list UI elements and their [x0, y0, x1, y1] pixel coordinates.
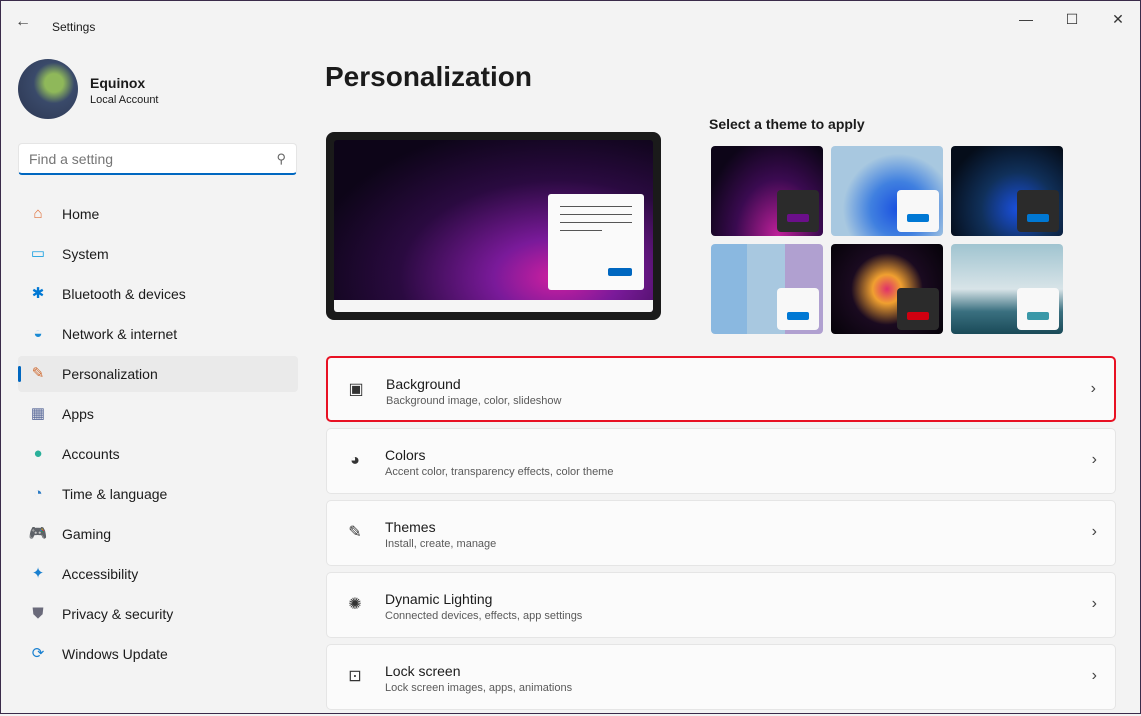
- sidebar-item-label: Home: [62, 206, 100, 222]
- theme-window-swatch: [777, 190, 819, 232]
- minimize-button[interactable]: —: [1003, 7, 1049, 31]
- chevron-right-icon: ›: [1091, 667, 1097, 684]
- theme-accent-swatch: [907, 214, 929, 222]
- shield-icon: ⛊: [32, 605, 44, 622]
- image-icon: ▣: [348, 381, 364, 398]
- chevron-right-icon: ›: [1090, 380, 1096, 397]
- theme-accent-swatch: [787, 214, 809, 222]
- lighting-icon: ✺: [348, 596, 362, 613]
- theme-window-swatch: [1017, 288, 1059, 330]
- theme-option[interactable]: [711, 244, 823, 334]
- theme-accent-swatch: [1027, 214, 1049, 222]
- sidebar-item-windows-update[interactable]: ⟳ Windows Update: [18, 636, 298, 672]
- home-icon: ⌂: [33, 205, 43, 222]
- theme-window-swatch: [777, 288, 819, 330]
- lock-screen-icon: ⊡: [348, 668, 362, 685]
- chevron-right-icon: ›: [1091, 523, 1097, 540]
- card-colors[interactable]: ◕ Colors Accent color, transparency effe…: [326, 428, 1116, 494]
- chevron-right-icon: ›: [1091, 451, 1097, 468]
- sidebar-item-label: Personalization: [62, 366, 158, 382]
- sidebar-item-accessibility[interactable]: ✦ Accessibility: [18, 556, 298, 592]
- theme-grid: [711, 146, 1063, 334]
- sidebar-item-network-internet[interactable]: ◒ Network & internet: [18, 316, 298, 352]
- card-title: Lock screen: [385, 663, 461, 679]
- sidebar-item-label: Accessibility: [62, 566, 139, 582]
- accounts-icon: ●: [33, 445, 43, 462]
- theme-accent-swatch: [787, 312, 809, 320]
- theme-window-swatch: [897, 288, 939, 330]
- theme-preview: [326, 132, 661, 320]
- sidebar-item-privacy-security[interactable]: ⛊ Privacy & security: [18, 596, 298, 632]
- theme-window-swatch: [897, 190, 939, 232]
- theme-option[interactable]: [951, 244, 1063, 334]
- account-type: Local Account: [90, 94, 159, 106]
- brush-icon: ✎: [31, 365, 45, 382]
- sidebar-item-label: Bluetooth & devices: [62, 286, 186, 302]
- sidebar-nav: ⌂ Home ▭ System ✱ Bluetooth & devices ◒ Network…: [18, 196, 298, 676]
- title-bar: ← Settings — ☐ ✕: [1, 1, 1140, 49]
- sidebar-item-personalization[interactable]: ✎ Personalization: [18, 356, 298, 392]
- theme-option[interactable]: [831, 146, 943, 236]
- sidebar-item-time-language[interactable]: ◔ Time & language: [18, 476, 298, 512]
- settings-cards: ▣ Background Background image, color, sl…: [326, 356, 1116, 716]
- page-title: Personalization: [325, 61, 532, 92]
- theme-window-swatch: [1017, 190, 1059, 232]
- search-box[interactable]: ⚲: [18, 143, 297, 175]
- apps-icon: ▦: [30, 405, 46, 422]
- sidebar-item-label: Windows Update: [62, 646, 168, 662]
- card-title: Background: [386, 376, 461, 392]
- bluetooth-icon: ✱: [31, 285, 45, 302]
- sidebar-item-home[interactable]: ⌂ Home: [18, 196, 298, 232]
- user-name: Equinox: [90, 75, 146, 91]
- avatar[interactable]: [18, 59, 78, 119]
- theme-label: Select a theme to apply: [709, 116, 865, 132]
- palette-icon: ◕: [350, 452, 360, 469]
- card-subtitle: Install, create, manage: [385, 538, 497, 550]
- search-input[interactable]: [29, 151, 259, 167]
- sidebar-item-label: Gaming: [62, 526, 112, 542]
- card-title: Dynamic Lighting: [385, 591, 493, 607]
- card-title: Themes: [385, 519, 436, 535]
- card-lock-screen[interactable]: ⊡ Lock screen Lock screen images, apps, …: [326, 644, 1116, 710]
- sidebar-item-accounts[interactable]: ● Accounts: [18, 436, 298, 472]
- back-arrow-icon[interactable]: ←: [15, 13, 31, 31]
- sidebar-item-apps[interactable]: ▦ Apps: [18, 396, 298, 432]
- sidebar-item-system[interactable]: ▭ System: [18, 236, 298, 272]
- gamepad-icon: 🎮: [28, 525, 48, 542]
- sidebar-item-label: Network & internet: [62, 326, 178, 342]
- close-button[interactable]: ✕: [1095, 7, 1141, 31]
- chevron-right-icon: ›: [1091, 595, 1097, 612]
- maximize-button[interactable]: ☐: [1049, 7, 1095, 31]
- card-subtitle: Accent color, transparency effects, colo…: [385, 466, 614, 478]
- card-background[interactable]: ▣ Background Background image, color, sl…: [326, 356, 1116, 422]
- preview-taskbar: [334, 300, 653, 312]
- theme-option[interactable]: [831, 244, 943, 334]
- sidebar-item-bluetooth-devices[interactable]: ✱ Bluetooth & devices: [18, 276, 298, 312]
- card-themes[interactable]: ✎ Themes Install, create, manage ›: [326, 500, 1116, 566]
- accessibility-icon: ✦: [31, 565, 45, 582]
- card-dynamic-lighting[interactable]: ✺ Dynamic Lighting Connected devices, ef…: [326, 572, 1116, 638]
- wifi-icon: ◒: [33, 325, 43, 342]
- system-icon: ▭: [30, 245, 46, 262]
- clock-globe-icon: ◔: [33, 485, 43, 502]
- search-icon[interactable]: ⚲: [276, 151, 286, 167]
- card-subtitle: Lock screen images, apps, animations: [385, 682, 573, 694]
- sidebar-item-label: Accounts: [62, 446, 120, 462]
- sidebar-item-label: System: [62, 246, 109, 262]
- sidebar-item-label: Privacy & security: [62, 606, 174, 622]
- card-title: Colors: [385, 447, 426, 463]
- brush-icon: ✎: [348, 524, 362, 541]
- sidebar-item-label: Apps: [62, 406, 94, 422]
- card-subtitle: Background image, color, slideshow: [386, 395, 562, 407]
- theme-option[interactable]: [951, 146, 1063, 236]
- card-subtitle: Connected devices, effects, app settings: [385, 610, 583, 622]
- sidebar-item-gaming[interactable]: 🎮 Gaming: [18, 516, 298, 552]
- theme-accent-swatch: [1027, 312, 1049, 320]
- update-icon: ⟳: [31, 645, 45, 662]
- sidebar-item-label: Time & language: [62, 486, 168, 502]
- app-title: Settings: [52, 20, 96, 34]
- theme-accent-swatch: [907, 312, 929, 320]
- theme-option[interactable]: [711, 146, 823, 236]
- preview-window: [548, 194, 644, 290]
